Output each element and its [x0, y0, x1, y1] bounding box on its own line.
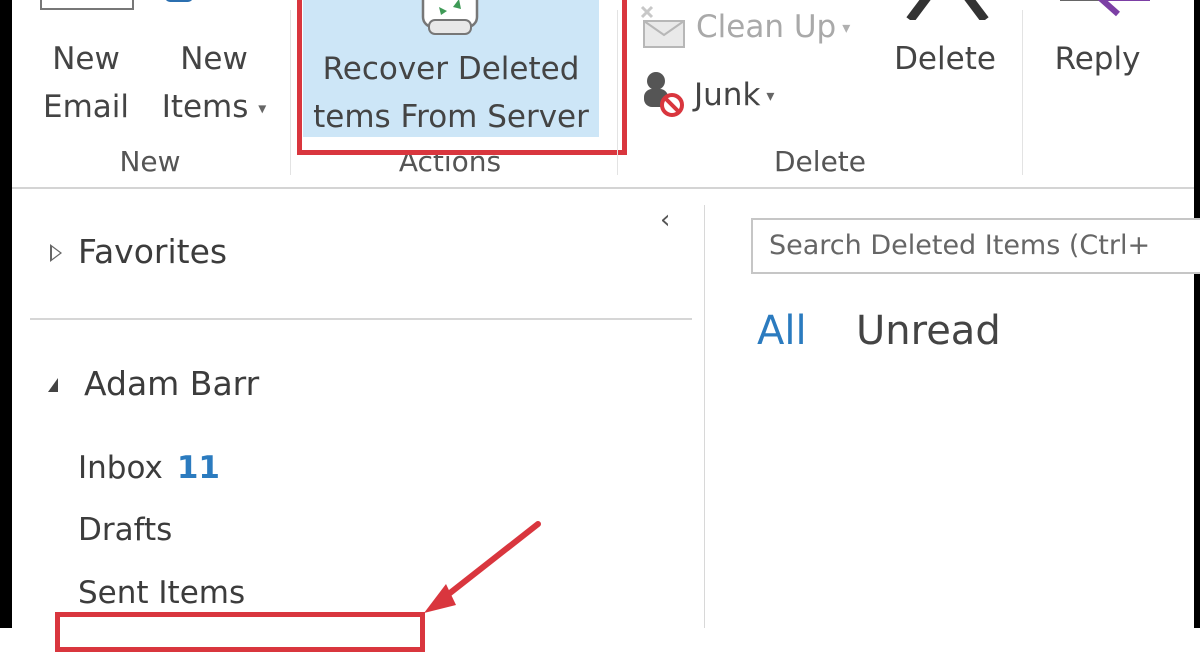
annotation-arrow	[424, 521, 541, 613]
